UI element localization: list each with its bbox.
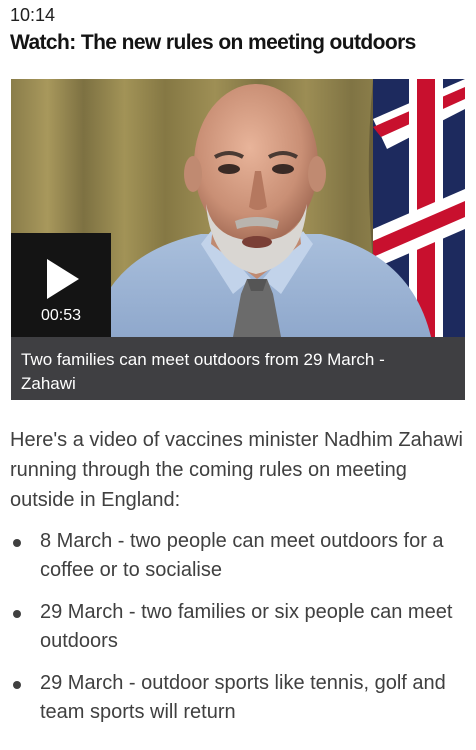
list-item: 29 March - two families or six people ca… [10,598,470,656]
bullet-icon [13,610,21,618]
list-item: 29 March - outdoor sports like tennis, g… [10,669,470,727]
play-button[interactable]: 00:53 [11,233,111,337]
rules-list: 8 March - two people can meet outdoors f… [10,527,470,740]
bullet-icon [13,681,21,689]
list-item-text: 8 March - two people can meet outdoors f… [40,530,444,581]
play-icon [47,259,79,299]
video-player[interactable]: 00:53 Two families can meet outdoors fro… [11,79,465,400]
status-time: 10:14 [10,5,56,25]
video-duration: 00:53 [40,307,82,324]
list-item-text: 29 March - outdoor sports like tennis, g… [40,672,446,723]
list-item: 8 March - two people can meet outdoors f… [10,527,470,585]
video-caption: Two families can meet outdoors from 29 M… [11,337,465,400]
headline: Watch: The new rules on meeting outdoors [10,31,416,54]
intro-paragraph: Here's a video of vaccines minister Nadh… [10,429,463,511]
bullet-icon [13,539,21,547]
list-item-text: 29 March - two families or six people ca… [40,601,453,652]
